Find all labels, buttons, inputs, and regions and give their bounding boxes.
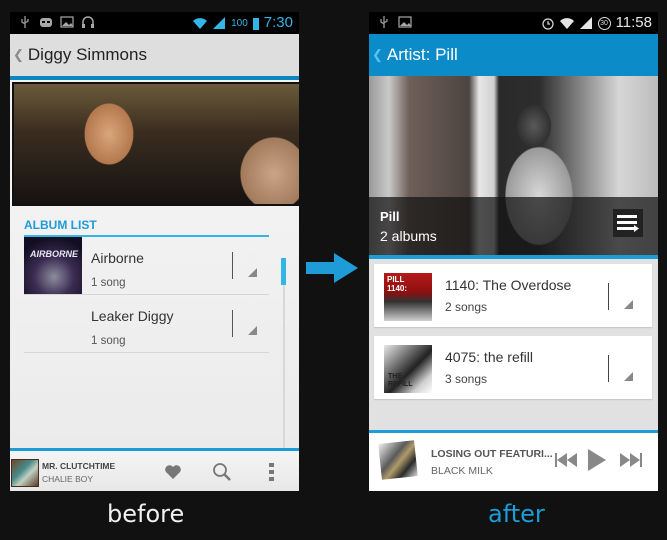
album-title: 4075: the refill (445, 349, 533, 365)
previous-button[interactable] (555, 451, 577, 469)
after-caption: after (488, 500, 545, 528)
artist-name: Pill (380, 209, 400, 224)
album-list: ALBUM LIST AIRBORNE Airborne 1 song Leak… (10, 208, 299, 448)
now-playing-art (11, 459, 39, 487)
arrow-right-icon (306, 253, 358, 283)
queue-list-icon (617, 215, 639, 232)
row-divider (608, 283, 609, 310)
search-button[interactable] (209, 459, 235, 485)
chevron-left-icon[interactable]: ❮ (13, 47, 24, 63)
status-bar: 100 7:30 (10, 12, 299, 34)
next-icon (620, 453, 642, 467)
action-bar: ❮ Diggy Simmons (10, 34, 299, 80)
before-screen: 100 7:30 ❮ Diggy Simmons ALBUM LIST AIRB… (10, 12, 299, 491)
album-song-count: 1 song (91, 335, 126, 347)
usb-icon (21, 16, 29, 28)
album-song-count: 1 song (91, 277, 126, 289)
overflow-menu-button[interactable] (259, 459, 285, 485)
now-playing-bar[interactable]: LOSING OUT FEATURI... BLACK MILK (369, 430, 658, 491)
row-divider (232, 252, 233, 279)
usb-icon (380, 16, 388, 28)
signal-icon (213, 17, 226, 29)
chevron-left-icon[interactable]: ❮ (372, 47, 383, 63)
list-item[interactable]: AIRBORNE Airborne 1 song (24, 237, 269, 295)
add-to-queue-button[interactable] (613, 209, 643, 237)
context-menu-icon[interactable] (248, 268, 257, 277)
accent-divider (369, 255, 658, 259)
clock: 7:30 (263, 14, 293, 31)
artist-photo (12, 82, 299, 206)
album-song-count: 2 songs (445, 300, 488, 314)
signal-icon (579, 17, 592, 29)
battery-level: 100 (231, 17, 248, 29)
action-bar: ❮ Artist: Pill (369, 34, 658, 76)
wifi-icon (559, 18, 574, 29)
album-title: 1140: The Overdose (445, 277, 572, 293)
list-item[interactable]: Leaker Diggy 1 song (24, 295, 269, 353)
play-icon (588, 449, 606, 471)
next-button[interactable] (620, 451, 642, 469)
heart-icon (165, 465, 181, 479)
album-art: THE REFILL (384, 345, 432, 393)
album-art: AIRBORNE (24, 237, 82, 294)
previous-icon (555, 453, 577, 467)
headphones-icon (82, 16, 94, 28)
album-title: Airborne (91, 250, 144, 266)
album-title: Leaker Diggy (91, 308, 174, 324)
battery-icon (252, 17, 259, 30)
favorite-button[interactable] (160, 459, 186, 485)
artist-album-count: 2 albums (380, 228, 437, 244)
image-icon (398, 16, 412, 28)
now-playing-title: MR. CLUTCHTIME (42, 461, 116, 471)
wifi-icon (193, 18, 208, 29)
scrollbar[interactable] (283, 258, 285, 448)
status-bar: 30 11:58 (369, 12, 658, 34)
page-title[interactable]: Artist: Pill (387, 45, 458, 65)
context-menu-icon[interactable] (624, 372, 633, 381)
before-caption: before (107, 500, 185, 528)
context-menu-icon[interactable] (248, 326, 257, 335)
now-playing-artist: CHALIE BOY (42, 474, 94, 484)
clock: 11:58 (615, 14, 652, 31)
overflow-menu-icon (269, 463, 274, 481)
now-playing-bar[interactable]: MR. CLUTCHTIME CHALIE BOY (10, 448, 299, 491)
album-card[interactable]: THE REFILL 4075: the refill 3 songs (374, 336, 652, 399)
album-song-count: 3 songs (445, 372, 488, 386)
album-card[interactable]: PILL 1140: 1140: The Overdose 2 songs (374, 264, 652, 327)
scrollbar-thumb[interactable] (281, 258, 286, 285)
cyanogen-icon (40, 18, 52, 27)
context-menu-icon[interactable] (624, 300, 633, 309)
artist-photo: Pill 2 albums (369, 76, 658, 259)
album-art: PILL 1140: (384, 273, 432, 321)
now-playing-art (378, 440, 418, 480)
battery-icon: 30 (597, 16, 611, 30)
row-divider (608, 355, 609, 382)
image-icon (60, 16, 74, 28)
alarm-icon (541, 18, 554, 30)
row-divider (232, 310, 233, 337)
search-icon (213, 463, 231, 481)
album-list-heading: ALBUM LIST (24, 218, 97, 232)
play-button[interactable] (588, 448, 606, 472)
page-title[interactable]: Diggy Simmons (28, 45, 147, 65)
now-playing-title: LOSING OUT FEATURI... (431, 448, 553, 460)
after-screen: 30 11:58 ❮ Artist: Pill Pill 2 albums PI… (369, 12, 658, 491)
now-playing-artist: BLACK MILK (431, 465, 493, 477)
